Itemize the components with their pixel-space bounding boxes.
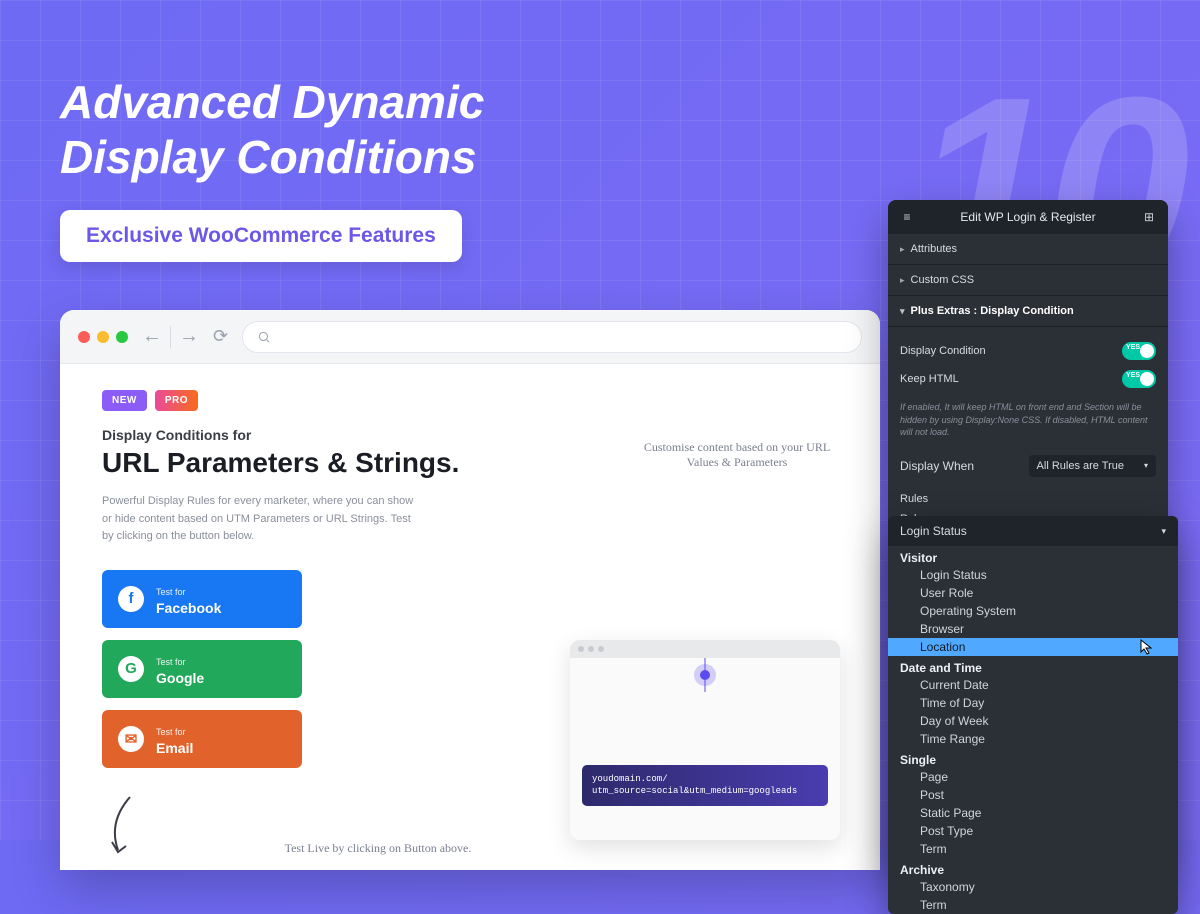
headline-line1: Advanced Dynamic (60, 76, 484, 128)
badge-pro: PRO (155, 390, 198, 411)
test-email-button[interactable]: ✉ Test for Email (102, 710, 302, 768)
test-buttons: f Test for Facebook G Test for Google ✉ … (102, 570, 302, 768)
dropdown-item[interactable]: Term (888, 896, 1178, 914)
badge-new: NEW (102, 390, 147, 411)
browser-window: ← → ⟳ NEW PRO Display Conditions for URL… (60, 310, 880, 870)
apps-icon[interactable]: ⊞ (1140, 208, 1158, 226)
mini-browser-preview: youdomain.com/ utm_source=social&utm_med… (570, 640, 840, 840)
browser-chrome: ← → ⟳ (60, 310, 880, 364)
keep-html-toggle[interactable]: YES (1122, 370, 1156, 388)
display-when-row: Display When All Rules are True ▾ (888, 449, 1168, 483)
accordion-attributes[interactable]: ▸Attributes (888, 234, 1168, 265)
display-condition-row: Display Condition YES (900, 337, 1156, 365)
handwritten-tip: Test Live by clicking on Button above. (278, 841, 478, 856)
forward-icon[interactable]: → (179, 325, 199, 348)
divider (170, 326, 171, 348)
dropdown-group: Date and Time (888, 656, 1178, 676)
dropdown-item[interactable]: Term (888, 840, 1178, 858)
badges: NEW PRO (102, 390, 838, 411)
dropdown-item[interactable]: Location (888, 638, 1178, 656)
sketch-arrow-icon (100, 792, 140, 862)
mini-body: youdomain.com/ utm_source=social&utm_med… (570, 658, 840, 840)
dropdown-item[interactable]: Browser (888, 620, 1178, 638)
chevron-right-icon: ▸ (900, 244, 905, 255)
address-bar[interactable] (242, 321, 862, 353)
close-dot[interactable] (78, 331, 90, 343)
test-google-button[interactable]: G Test for Google (102, 640, 302, 698)
traffic-lights (78, 331, 128, 343)
accordion-custom-css[interactable]: ▸Custom CSS (888, 265, 1168, 296)
keep-html-hint: If enabled, It will keep HTML on front e… (888, 397, 1168, 449)
dropdown-item[interactable]: Time Range (888, 730, 1178, 748)
search-icon (257, 330, 271, 344)
btn-label: Google (156, 670, 204, 686)
btn-label: Facebook (156, 600, 221, 616)
dropdown-body: VisitorLogin StatusUser RoleOperating Sy… (888, 546, 1178, 914)
nav-arrows: ← → (142, 325, 199, 348)
feature-pill: Exclusive WooCommerce Features (60, 210, 462, 262)
hamburger-icon[interactable]: ≡ (898, 208, 916, 226)
chevron-down-icon: ▾ (1144, 461, 1148, 470)
mini-marker-icon (700, 670, 710, 680)
cursor-icon (1140, 639, 1154, 655)
display-condition-toggle[interactable]: YES (1122, 342, 1156, 360)
headline: Advanced Dynamic Display Conditions (60, 75, 484, 185)
btn-label: Email (156, 740, 193, 756)
rule-select-dropdown: Login Status ▾ VisitorLogin StatusUser R… (888, 516, 1178, 914)
accordion-display-condition[interactable]: ▾Plus Extras : Display Condition (888, 296, 1168, 327)
dropdown-group: Visitor (888, 546, 1178, 566)
maximize-dot[interactable] (116, 331, 128, 343)
display-when-select[interactable]: All Rules are True ▾ (1029, 455, 1156, 477)
chevron-right-icon: ▸ (900, 275, 905, 286)
toggle-section: Display Condition YES Keep HTML YES (888, 327, 1168, 397)
panel-title: Edit WP Login & Register (960, 210, 1095, 224)
back-icon[interactable]: ← (142, 325, 162, 348)
rules-label: Rules (888, 483, 1168, 509)
page-content: NEW PRO Display Conditions for URL Param… (60, 364, 880, 794)
google-icon: G (118, 656, 144, 682)
test-facebook-button[interactable]: f Test for Facebook (102, 570, 302, 628)
chevron-down-icon: ▾ (1161, 526, 1166, 537)
dropdown-item[interactable]: Page (888, 768, 1178, 786)
page-description: Powerful Display Rules for every markete… (102, 493, 422, 546)
mini-url-overlay: youdomain.com/ utm_source=social&utm_med… (582, 765, 828, 806)
dropdown-item[interactable]: Post (888, 786, 1178, 804)
dropdown-item[interactable]: Time of Day (888, 694, 1178, 712)
dropdown-header[interactable]: Login Status ▾ (888, 516, 1178, 546)
headline-line2: Display Conditions (60, 131, 477, 183)
mini-chrome (570, 640, 840, 658)
panel-header: ≡ Edit WP Login & Register ⊞ (888, 200, 1168, 234)
handwritten-callout: Customise content based on your URL Valu… (642, 440, 832, 470)
dropdown-item[interactable]: Post Type (888, 822, 1178, 840)
dropdown-group: Single (888, 748, 1178, 768)
dropdown-item[interactable]: Day of Week (888, 712, 1178, 730)
dropdown-item[interactable]: Current Date (888, 676, 1178, 694)
email-icon: ✉ (118, 726, 144, 752)
dropdown-item[interactable]: Login Status (888, 566, 1178, 584)
keep-html-row: Keep HTML YES (900, 365, 1156, 393)
dropdown-item[interactable]: Taxonomy (888, 878, 1178, 896)
dropdown-item[interactable]: User Role (888, 584, 1178, 602)
facebook-icon: f (118, 586, 144, 612)
chevron-down-icon: ▾ (900, 306, 905, 317)
refresh-icon[interactable]: ⟳ (213, 326, 228, 347)
dropdown-item[interactable]: Static Page (888, 804, 1178, 822)
dropdown-group: Archive (888, 858, 1178, 878)
dropdown-item[interactable]: Operating System (888, 602, 1178, 620)
minimize-dot[interactable] (97, 331, 109, 343)
